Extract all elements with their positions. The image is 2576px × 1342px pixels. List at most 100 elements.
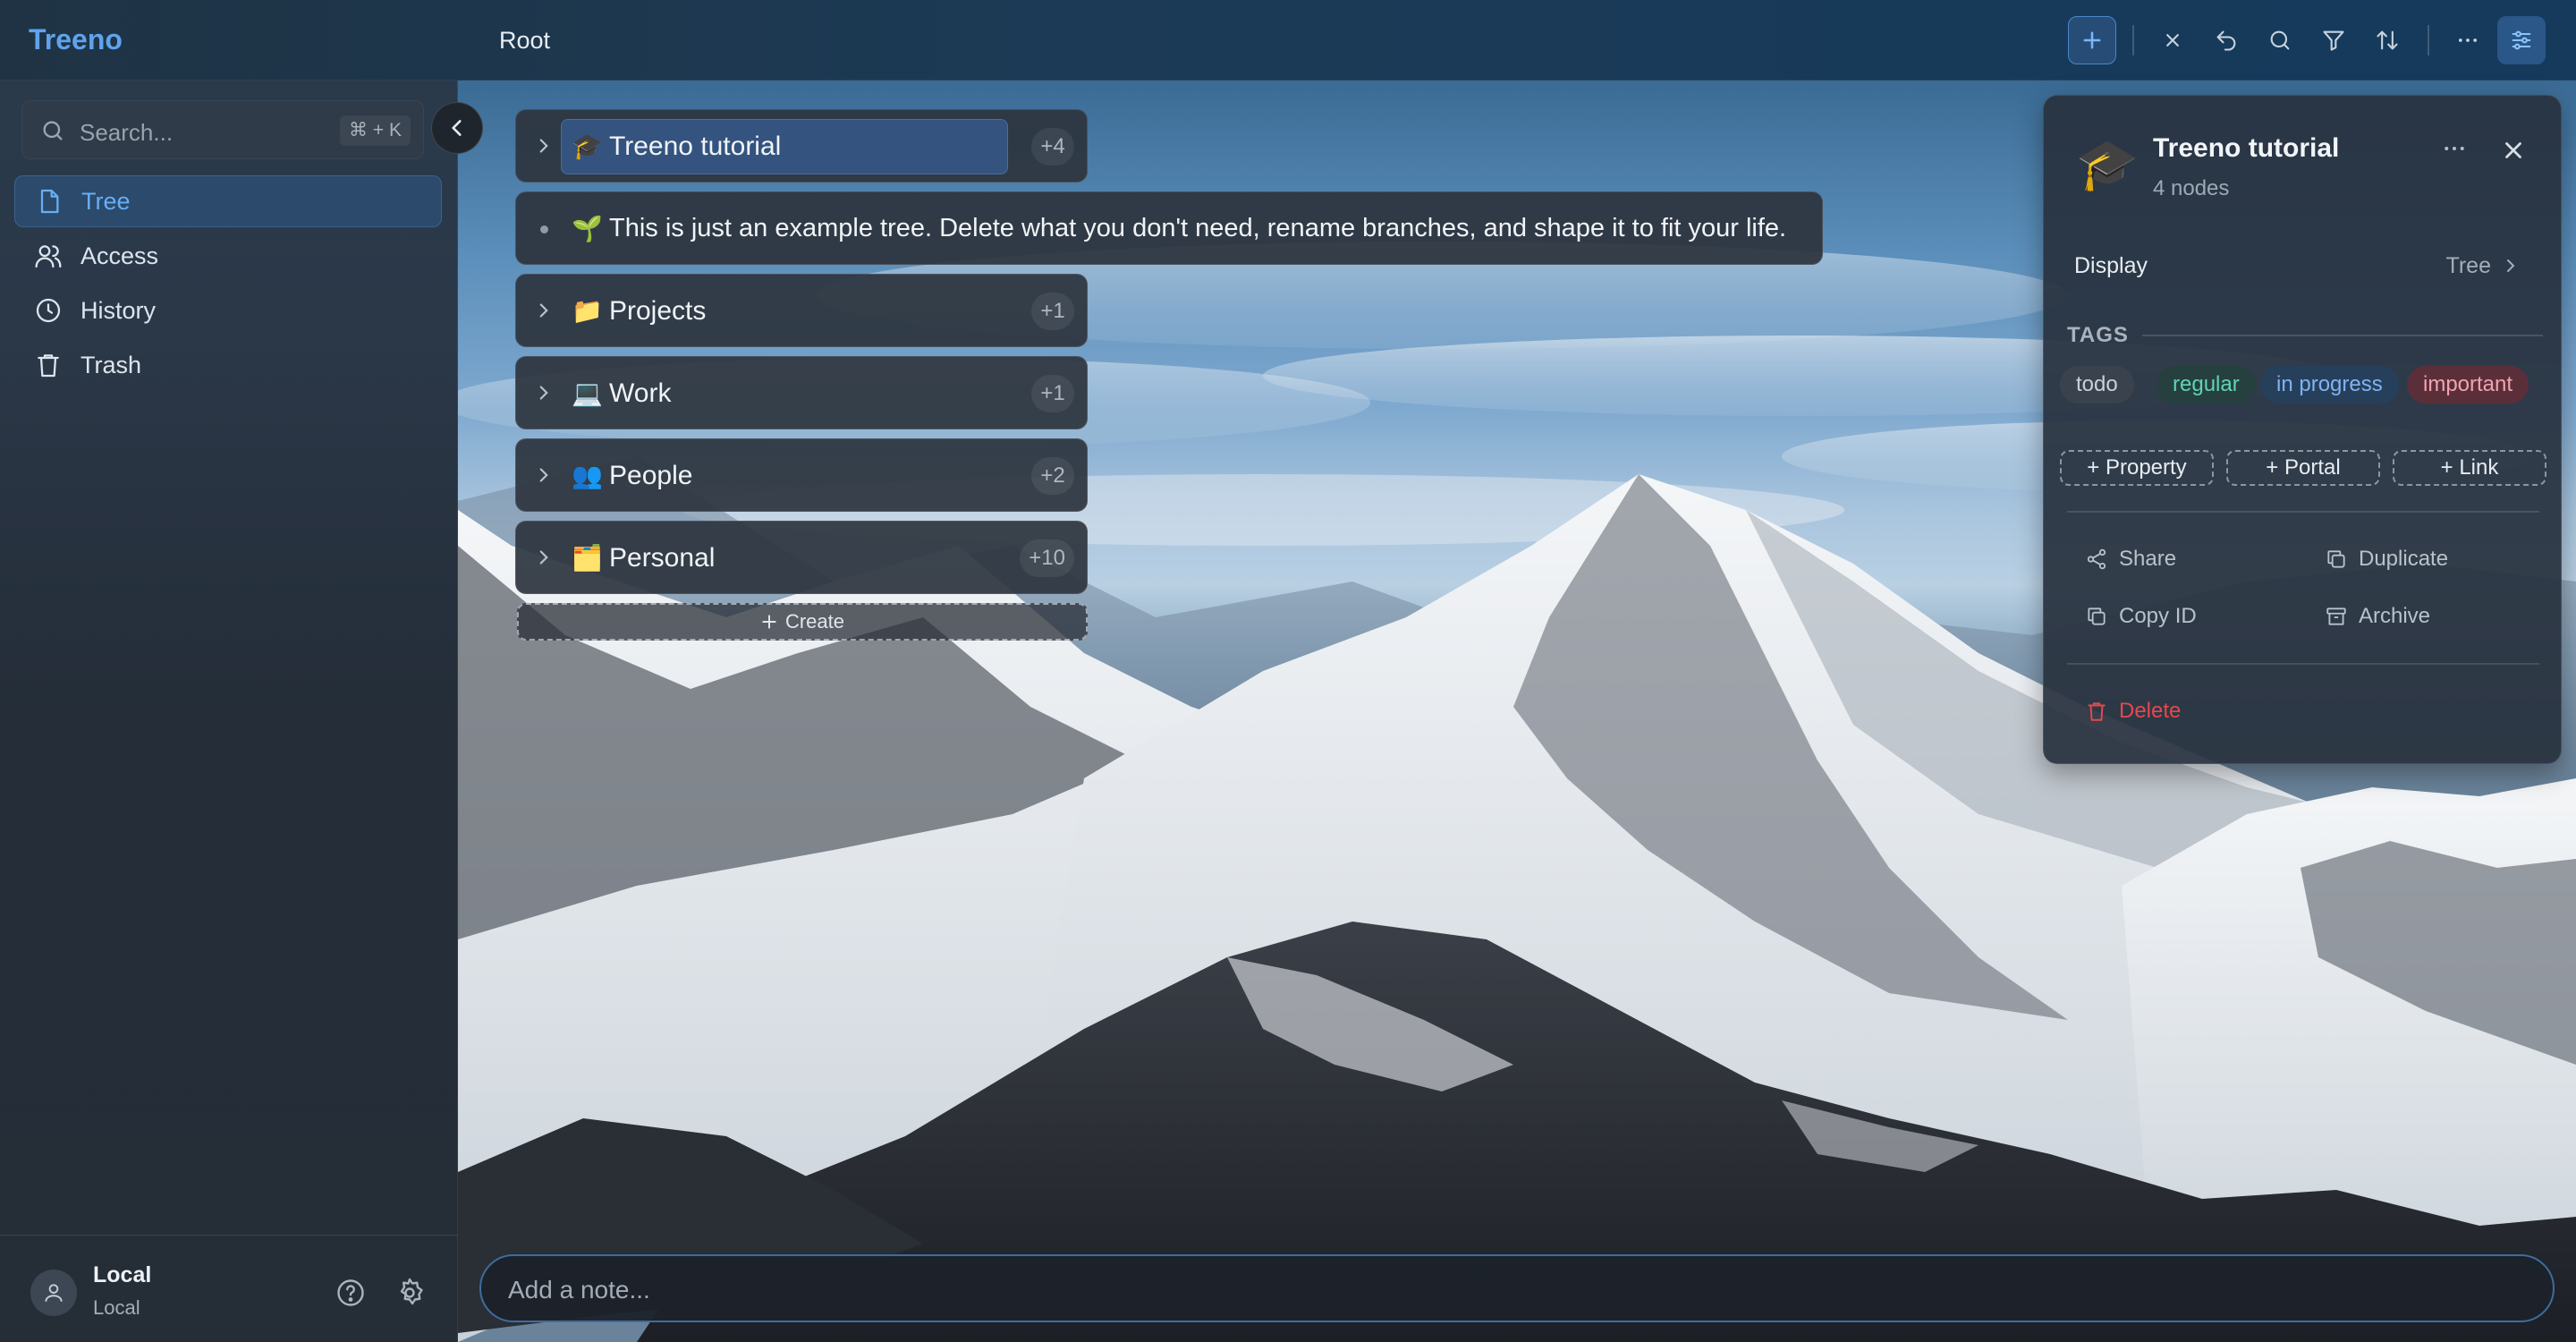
tree-node-personal[interactable]: 🗂️ Personal +10 bbox=[515, 521, 1088, 594]
avatar[interactable] bbox=[30, 1270, 77, 1316]
filter-icon bbox=[2323, 30, 2344, 51]
toolbar-divider bbox=[2428, 25, 2429, 55]
add-node-button[interactable] bbox=[2068, 16, 2116, 64]
tree-node-note[interactable]: 🌱 This is just an example tree. Delete w… bbox=[515, 191, 1823, 265]
tag-regular[interactable]: regular bbox=[2157, 366, 2256, 403]
users-icon bbox=[35, 245, 62, 268]
node-label[interactable]: Work bbox=[609, 378, 671, 409]
divider bbox=[2067, 511, 2539, 513]
sort-button[interactable] bbox=[2363, 16, 2411, 64]
more-icon bbox=[2458, 38, 2478, 42]
panel-more-button[interactable] bbox=[2441, 135, 2468, 169]
search-button[interactable] bbox=[2256, 16, 2304, 64]
sidebar-item-tree[interactable]: Tree bbox=[14, 175, 442, 227]
node-label[interactable]: People bbox=[609, 461, 692, 491]
archive-icon bbox=[2326, 607, 2346, 625]
chevron-right-icon[interactable] bbox=[532, 299, 555, 322]
undo-button[interactable] bbox=[2202, 16, 2250, 64]
plus-icon bbox=[2083, 31, 2101, 49]
copy-id-button[interactable]: Copy ID bbox=[2085, 604, 2197, 629]
graduation-cap-icon: 🎓 bbox=[572, 132, 603, 161]
close-icon[interactable] bbox=[2500, 137, 2527, 164]
node-properties-panel: 🎓 Treeno tutorial 4 nodes Display Tree T… bbox=[2043, 95, 2562, 764]
chevron-right-icon[interactable] bbox=[2500, 255, 2521, 276]
tree-node-people[interactable]: 👥 People +2 bbox=[515, 438, 1088, 512]
copy-icon bbox=[2088, 607, 2106, 625]
node-label[interactable]: Projects bbox=[609, 296, 706, 327]
clear-button[interactable] bbox=[2148, 16, 2197, 64]
sidebar-item-label: Trash bbox=[80, 351, 142, 378]
help-icon[interactable] bbox=[335, 1277, 367, 1309]
plus-icon bbox=[762, 615, 776, 629]
breadcrumb-root[interactable]: Root bbox=[499, 27, 550, 55]
close-icon bbox=[2166, 34, 2179, 47]
folder-icon: 📁 bbox=[572, 296, 603, 326]
more-options-button[interactable] bbox=[2444, 16, 2492, 64]
sidebar-item-label: Tree bbox=[81, 187, 131, 215]
seedling-icon: 🌱 bbox=[572, 214, 603, 243]
trash-icon bbox=[38, 354, 59, 378]
share-icon bbox=[2087, 548, 2106, 570]
add-link-button[interactable]: + Link bbox=[2393, 450, 2546, 486]
undo-icon bbox=[2216, 30, 2236, 51]
gear-icon[interactable] bbox=[394, 1277, 426, 1309]
create-node-button[interactable]: Create bbox=[517, 603, 1088, 641]
chevron-left-icon bbox=[452, 120, 462, 136]
chevron-right-icon[interactable] bbox=[532, 134, 555, 157]
panel-title[interactable]: Treeno tutorial bbox=[2153, 133, 2339, 164]
user-subtitle: Local bbox=[93, 1296, 140, 1319]
search-icon bbox=[43, 121, 63, 140]
node-label[interactable]: Treeno tutorial bbox=[609, 132, 781, 162]
divider bbox=[2067, 663, 2539, 665]
duplicate-icon bbox=[2327, 550, 2345, 568]
duplicate-button[interactable]: Duplicate bbox=[2325, 547, 2448, 572]
clock-icon bbox=[36, 298, 61, 323]
collapse-sidebar-button[interactable] bbox=[431, 102, 483, 154]
archive-label: Archive bbox=[2359, 604, 2431, 628]
user-name: Local bbox=[93, 1262, 152, 1287]
user-icon bbox=[45, 1284, 63, 1302]
tag-in-progress[interactable]: in progress bbox=[2260, 366, 2399, 403]
card-index-icon: 🗂️ bbox=[572, 543, 603, 573]
tree-node-work[interactable]: 💻 Work +1 bbox=[515, 356, 1088, 429]
sidebar-item-access[interactable]: Access bbox=[14, 230, 442, 282]
app-logo[interactable]: Treeno bbox=[29, 23, 123, 56]
sidebar-item-history[interactable]: History bbox=[14, 285, 442, 336]
chevron-right-icon[interactable] bbox=[532, 463, 555, 487]
tree-node-projects[interactable]: 📁 Projects +1 bbox=[515, 274, 1088, 347]
tree-node-treeno-tutorial[interactable]: 🎓 Treeno tutorial +4 bbox=[515, 109, 1088, 183]
add-note-input[interactable] bbox=[508, 1272, 2476, 1308]
more-icon bbox=[2445, 147, 2464, 150]
child-count-badge: +2 bbox=[1031, 457, 1074, 495]
display-value[interactable]: Tree bbox=[2446, 253, 2491, 279]
search-box[interactable]: Search... ⌘ + K bbox=[21, 100, 424, 159]
laptop-icon: 💻 bbox=[572, 378, 603, 408]
display-label: Display bbox=[2074, 253, 2148, 278]
tag-todo[interactable]: todo bbox=[2060, 366, 2134, 403]
file-icon bbox=[40, 189, 59, 214]
copy-id-label: Copy ID bbox=[2119, 604, 2197, 628]
panel-subtitle: 4 nodes bbox=[2153, 176, 2230, 200]
archive-button[interactable]: Archive bbox=[2325, 604, 2430, 629]
note-text[interactable]: This is just an example tree. Delete wha… bbox=[609, 214, 1786, 243]
sidebar: Search... ⌘ + K Tree Access History Tras… bbox=[0, 81, 458, 1342]
search-icon bbox=[2270, 30, 2290, 50]
filter-button[interactable] bbox=[2309, 16, 2358, 64]
delete-button[interactable]: Delete bbox=[2085, 699, 2181, 724]
sidebar-item-label: History bbox=[80, 296, 157, 324]
sidebar-item-trash[interactable]: Trash bbox=[14, 339, 442, 391]
share-button[interactable]: Share bbox=[2085, 547, 2176, 572]
child-count-badge: +1 bbox=[1031, 293, 1074, 330]
chevron-right-icon[interactable] bbox=[532, 546, 555, 569]
bullet-icon bbox=[540, 225, 548, 234]
add-note-bar bbox=[479, 1254, 2555, 1322]
chevron-right-icon[interactable] bbox=[532, 381, 555, 404]
graduation-cap-icon: 🎓 bbox=[2076, 136, 2139, 194]
share-label: Share bbox=[2119, 547, 2177, 571]
tag-important[interactable]: important bbox=[2407, 366, 2529, 403]
add-portal-button[interactable]: + Portal bbox=[2226, 450, 2380, 486]
duplicate-label: Duplicate bbox=[2359, 547, 2449, 571]
add-property-button[interactable]: + Property bbox=[2060, 450, 2214, 486]
properties-panel-toggle[interactable] bbox=[2497, 16, 2546, 64]
node-label[interactable]: Personal bbox=[609, 543, 715, 573]
